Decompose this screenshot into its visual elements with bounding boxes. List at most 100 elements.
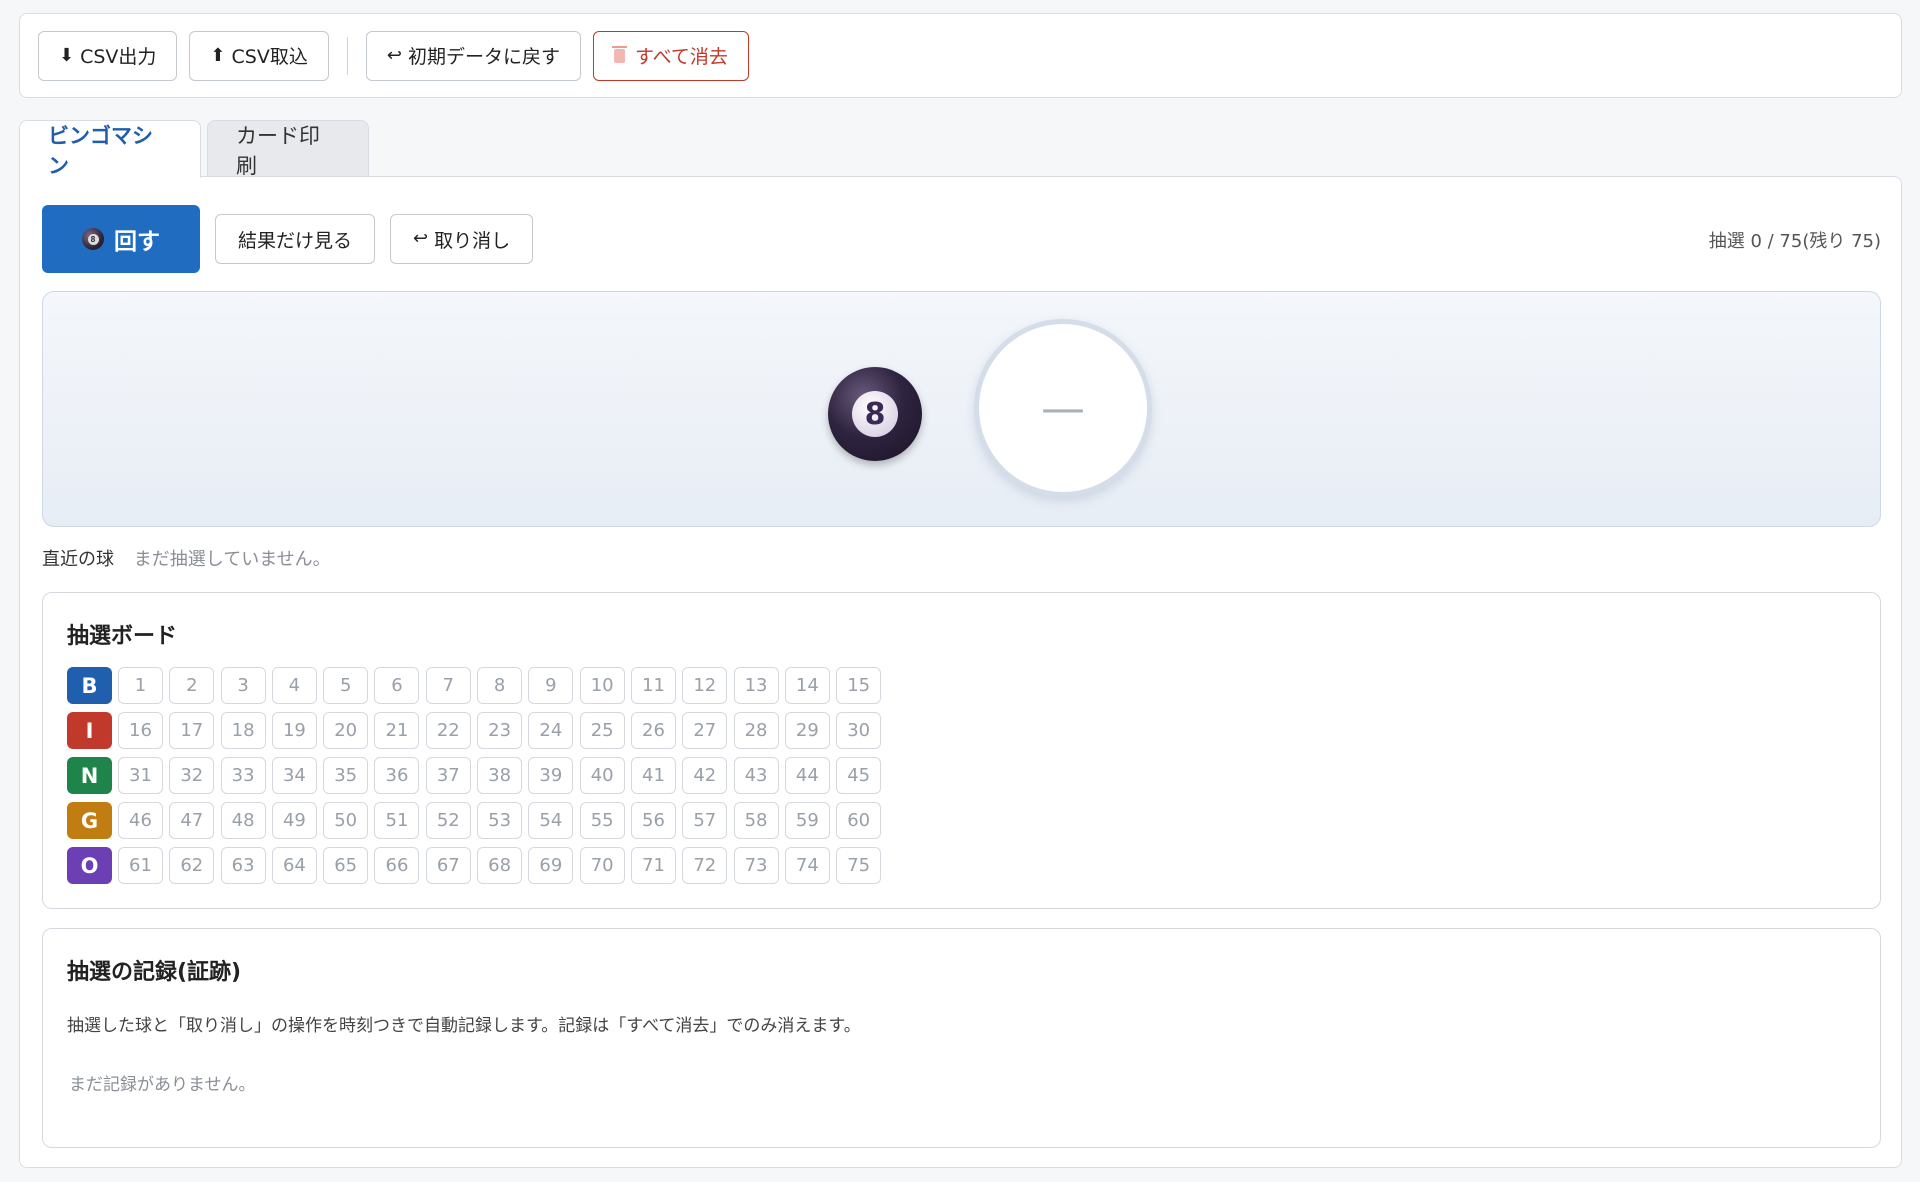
board-cell: 58: [733, 802, 779, 839]
board-cell: 3: [220, 667, 266, 704]
board-cell: 35: [323, 757, 369, 794]
board-cell: 1: [118, 667, 163, 704]
tab-card-print[interactable]: カード印刷: [207, 120, 369, 178]
csv-import-button[interactable]: ⬆ CSV取込: [189, 30, 329, 81]
board-cell: 9: [528, 667, 574, 704]
board-row-i: I 16 17 18 19 20 21 22 23 24 25 26 27 28 29 30: [67, 712, 887, 749]
board-cell: 60: [836, 802, 882, 839]
board-cell: 41: [630, 757, 676, 794]
clear-all-label: すべて消去: [634, 46, 728, 68]
return-arrow-icon: ↩: [386, 44, 402, 66]
board-cell: 29: [784, 712, 830, 749]
board-cell: 33: [220, 757, 266, 794]
board-grid: B 1 2 3 4 5 6 7 8 9 10 11 12 13 14 15 I 16 17 18 19 20 21 22 23 2…: [67, 667, 887, 892]
result-only-label: 結果だけ見る: [238, 229, 353, 252]
board-cell: 8: [477, 667, 523, 704]
draw-stage: 8 —: [42, 291, 1881, 527]
spin-button[interactable]: 8 回す: [42, 205, 200, 273]
board-cell: 62: [169, 847, 215, 884]
board-cell: 73: [733, 847, 779, 884]
draw-controls: 8 回す 結果だけ見る ↩ 取り消し: [42, 205, 548, 273]
board-letter-n: N: [67, 757, 112, 794]
board-cell: 2: [169, 667, 215, 704]
board-cell: 31: [118, 757, 163, 794]
upload-arrow-icon: ⬆: [210, 44, 226, 66]
board-cell: 46: [118, 802, 163, 839]
board-row-n: N 31 32 33 34 35 36 37 38 39 40 41 42 43 44 45: [67, 757, 887, 794]
board-cell: 19: [271, 712, 317, 749]
recent-balls: 直近の球 まだ抽選していません。: [42, 545, 331, 571]
board-cell: 34: [271, 757, 317, 794]
board-cell: 42: [682, 757, 728, 794]
board-title: 抽選ボード: [67, 624, 178, 649]
board-cell: 4: [271, 667, 317, 704]
board-cell: 48: [220, 802, 266, 839]
board-cell: 7: [425, 667, 471, 704]
log-empty-message: まだ記録がありません。: [69, 1075, 256, 1095]
board-cell: 45: [836, 757, 882, 794]
tab-bingo-machine[interactable]: ビンゴマシン: [19, 120, 201, 178]
board-cell: 6: [374, 667, 420, 704]
board-cell: 39: [528, 757, 574, 794]
board-cell: 40: [579, 757, 625, 794]
board-cell: 38: [477, 757, 523, 794]
board-cell: 65: [323, 847, 369, 884]
reset-initial-button[interactable]: ↩ 初期データに戻す: [365, 30, 581, 81]
board-cell: 16: [118, 712, 163, 749]
board-cell: 55: [579, 802, 625, 839]
download-arrow-icon: ⬇: [59, 44, 75, 66]
result-only-button[interactable]: 結果だけ見る: [215, 214, 376, 264]
board-cell: 14: [784, 667, 830, 704]
board-cell: 30: [836, 712, 882, 749]
board-cell: 68: [477, 847, 523, 884]
board-cell: 47: [169, 802, 215, 839]
eight-ball-icon: 8: [82, 228, 104, 250]
result-ball: —: [974, 319, 1152, 497]
board-letter-g: G: [67, 802, 112, 839]
board-cell: 75: [836, 847, 882, 884]
board-letter-i: I: [67, 712, 112, 749]
board-cell: 18: [220, 712, 266, 749]
board-cell: 32: [169, 757, 215, 794]
draw-counter: 抽選 0 / 75(残り 75): [1708, 231, 1881, 252]
board-row-g: G 46 47 48 49 50 51 52 53 54 55 56 57 58 59 60: [67, 802, 887, 839]
csv-export-button[interactable]: ⬇ CSV出力: [38, 30, 178, 81]
board-cell: 54: [528, 802, 574, 839]
board-cell: 25: [579, 712, 625, 749]
board-letter-b: B: [67, 667, 112, 704]
log-description: 抽選した球と「取り消し」の操作を時刻つきで自動記録します。記録は「すべて消去」で…: [67, 1016, 861, 1036]
board-cell: 59: [784, 802, 830, 839]
csv-import-label: CSV取込: [231, 46, 308, 68]
undo-label: 取り消し: [434, 229, 511, 252]
eight-ball-icon: 8: [828, 367, 922, 461]
board-letter-o: O: [67, 847, 112, 884]
board-row-b: B 1 2 3 4 5 6 7 8 9 10 11 12 13 14 15: [67, 667, 887, 704]
board-cell: 63: [220, 847, 266, 884]
board-cell: 67: [425, 847, 471, 884]
undo-button[interactable]: ↩ 取り消し: [390, 214, 534, 264]
trash-icon: [611, 45, 627, 63]
board-cell: 11: [630, 667, 676, 704]
board-cell: 12: [682, 667, 728, 704]
toolbar-divider: [346, 36, 348, 75]
board-cell: 69: [528, 847, 574, 884]
board-cell: 71: [630, 847, 676, 884]
log-title: 抽選の記録(証跡): [67, 960, 242, 985]
page: ⬇ CSV出力 ⬆ CSV取込 ↩ 初期データに戻す すべて消去 ビンゴマシン …: [0, 0, 1920, 1182]
board-cell: 26: [630, 712, 676, 749]
board-cell: 17: [169, 712, 215, 749]
board-cell: 61: [118, 847, 163, 884]
board-cell: 57: [682, 802, 728, 839]
board-cell: 21: [374, 712, 420, 749]
board-cell: 13: [733, 667, 779, 704]
board-cell: 64: [271, 847, 317, 884]
board-cell: 70: [579, 847, 625, 884]
bingo-machine-panel: 8 回す 結果だけ見る ↩ 取り消し 抽選 0 / 75(残り 75) 8 — …: [19, 176, 1902, 1168]
board-cell: 27: [682, 712, 728, 749]
csv-export-label: CSV出力: [80, 46, 157, 68]
board-cell: 43: [733, 757, 779, 794]
tab-bar: ビンゴマシン カード印刷: [19, 120, 375, 178]
board-cell: 20: [323, 712, 369, 749]
board-cell: 36: [374, 757, 420, 794]
clear-all-button[interactable]: すべて消去: [592, 30, 749, 81]
